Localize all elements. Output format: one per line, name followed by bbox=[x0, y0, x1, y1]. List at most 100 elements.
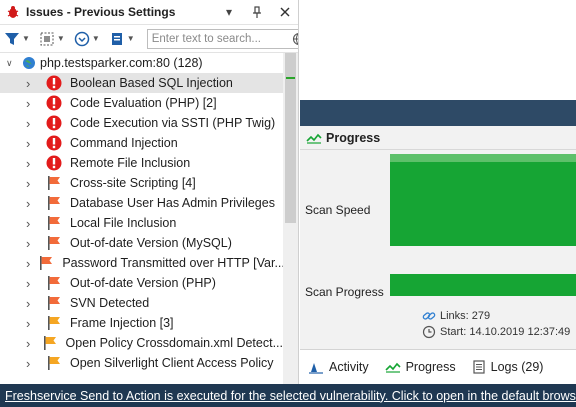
header-band bbox=[300, 100, 576, 126]
tree-item[interactable]: › Out-of-date Version (PHP) bbox=[0, 273, 283, 293]
expand-arrow-icon[interactable]: › bbox=[26, 316, 38, 331]
tree-item[interactable]: › Code Execution via SSTI (PHP Twig) bbox=[0, 113, 283, 133]
high-severity-flag-icon bbox=[48, 176, 60, 190]
tree-item[interactable]: › Boolean Based SQL Injection bbox=[0, 73, 283, 93]
scan-speed-chart bbox=[390, 154, 576, 246]
high-severity-flag-icon bbox=[48, 276, 60, 290]
clock-icon bbox=[422, 325, 436, 339]
search-box bbox=[146, 28, 299, 49]
tree-item-label: Remote File Inclusion bbox=[70, 156, 191, 170]
tree-scrollbar[interactable] bbox=[283, 53, 298, 384]
window-menu-icon[interactable]: ▾ bbox=[222, 5, 236, 19]
group-button[interactable]: ▼ bbox=[39, 29, 65, 49]
tab-logs-label: Logs (29) bbox=[490, 360, 544, 374]
critical-severity-icon bbox=[46, 75, 62, 91]
tree-root-label: php.testsparker.com:80 (128) bbox=[40, 56, 203, 70]
globe-icon[interactable] bbox=[292, 32, 299, 46]
progress-graph-icon bbox=[306, 133, 322, 144]
expand-arrow-icon[interactable]: › bbox=[26, 276, 38, 291]
tree-item[interactable]: › Open Policy Crossdomain.xml Detect... bbox=[0, 333, 283, 353]
expand-button[interactable]: ▼ bbox=[74, 29, 100, 49]
pin-icon[interactable] bbox=[250, 5, 264, 19]
critical-severity-icon bbox=[46, 115, 62, 131]
chevron-down-icon: ▼ bbox=[22, 34, 30, 43]
tree-item-label: Out-of-date Version (MySQL) bbox=[70, 236, 232, 250]
bottom-tab-strip: Activity Progress Logs (29) bbox=[300, 349, 576, 384]
chevron-down-icon: ▼ bbox=[126, 34, 135, 43]
chevron-down-icon: ▼ bbox=[56, 34, 65, 43]
tab-activity[interactable]: Activity bbox=[308, 360, 369, 374]
high-severity-flag-icon bbox=[40, 256, 53, 270]
tree-item[interactable]: › Out-of-date Version (MySQL) bbox=[0, 233, 283, 253]
expand-arrow-icon[interactable]: › bbox=[26, 196, 38, 211]
tree-item-label: Command Injection bbox=[70, 136, 178, 150]
tree-item-label: SVN Detected bbox=[70, 296, 150, 310]
status-bar-link[interactable]: Freshservice Send to Action is executed … bbox=[5, 389, 576, 403]
expand-arrow-icon[interactable]: › bbox=[26, 256, 30, 271]
expand-arrow-icon[interactable]: › bbox=[26, 296, 38, 311]
collapse-arrow-icon[interactable]: ∨ bbox=[6, 58, 18, 69]
tree-item-label: Frame Injection [3] bbox=[70, 316, 174, 330]
expand-arrow-icon[interactable]: › bbox=[26, 116, 38, 131]
expand-circle-icon bbox=[74, 31, 90, 46]
expand-arrow-icon[interactable]: › bbox=[26, 356, 38, 371]
issues-panel: Issues - Previous Settings ▾ ▼ ▼ ▼ ▼ Ent… bbox=[0, 0, 299, 384]
expand-arrow-icon[interactable]: › bbox=[26, 156, 38, 171]
scan-progress-bar bbox=[390, 274, 576, 296]
tree-item[interactable]: › Command Injection bbox=[0, 133, 283, 153]
tree-item[interactable]: › Cross-site Scripting [4] bbox=[0, 173, 283, 193]
tree-item-label: Open Silverlight Client Access Policy bbox=[70, 356, 274, 370]
expand-arrow-icon[interactable]: › bbox=[26, 336, 34, 351]
tree-item[interactable]: › Password Transmitted over HTTP [Var... bbox=[0, 253, 283, 273]
critical-severity-icon bbox=[46, 155, 62, 171]
tree-item-label: Cross-site Scripting [4] bbox=[70, 176, 196, 190]
scan-speed-label: Scan Speed bbox=[305, 203, 371, 217]
tree-item[interactable]: › Code Evaluation (PHP) [2] bbox=[0, 93, 283, 113]
scan-progress-label: Scan Progress bbox=[305, 285, 384, 299]
chevron-down-icon: ▼ bbox=[91, 34, 100, 43]
scan-stats: Links: 279 Start: 14.10.2019 12:37:49 bbox=[422, 308, 570, 340]
expand-arrow-icon[interactable]: › bbox=[26, 236, 38, 251]
close-icon[interactable] bbox=[278, 5, 292, 19]
scan-progress-row: Scan Progress bbox=[300, 274, 576, 299]
issues-tree: ∨ php.testsparker.com:80 (128) › Boolean … bbox=[0, 53, 283, 384]
tree-item-label: Code Evaluation (PHP) [2] bbox=[70, 96, 217, 110]
tree-root[interactable]: ∨ php.testsparker.com:80 (128) bbox=[0, 53, 283, 73]
tree-item-label: Database User Has Admin Privileges bbox=[70, 196, 275, 210]
browser-view-area bbox=[300, 0, 576, 100]
high-severity-flag-icon bbox=[48, 236, 60, 250]
filter-button[interactable]: ▼ bbox=[4, 29, 30, 49]
progress-header: Progress bbox=[300, 126, 576, 150]
tree-item[interactable]: › Local File Inclusion bbox=[0, 213, 283, 233]
search-input[interactable] bbox=[151, 32, 292, 45]
tree-item-label: Open Policy Crossdomain.xml Detect... bbox=[65, 336, 283, 350]
view-button[interactable]: ▼ bbox=[109, 29, 135, 49]
critical-severity-icon bbox=[46, 135, 62, 151]
expand-arrow-icon[interactable]: › bbox=[26, 96, 38, 111]
high-severity-flag-icon bbox=[48, 216, 60, 230]
expand-arrow-icon[interactable]: › bbox=[26, 76, 38, 91]
group-icon bbox=[40, 32, 54, 45]
start-text: Start: 14.10.2019 12:37:49 bbox=[440, 326, 571, 338]
tree-item[interactable]: › Open Silverlight Client Access Policy bbox=[0, 353, 283, 373]
tree-items: › Boolean Based SQL Injection › Code Evalua… bbox=[0, 73, 283, 373]
tree-item-label: Code Execution via SSTI (PHP Twig) bbox=[70, 116, 276, 130]
tree-item[interactable]: › Frame Injection [3] bbox=[0, 313, 283, 333]
tree-item-label: Password Transmitted over HTTP [Var... bbox=[62, 256, 283, 270]
start-stat: Start: 14.10.2019 12:37:49 bbox=[422, 324, 570, 340]
tab-progress-label: Progress bbox=[405, 360, 456, 374]
tree-item[interactable]: › Database User Has Admin Privileges bbox=[0, 193, 283, 213]
tree-item[interactable]: › Remote File Inclusion bbox=[0, 153, 283, 173]
logs-icon bbox=[473, 360, 485, 374]
expand-arrow-icon[interactable]: › bbox=[26, 136, 38, 151]
expand-arrow-icon[interactable]: › bbox=[26, 176, 38, 191]
tree-item[interactable]: › SVN Detected bbox=[0, 293, 283, 313]
tab-logs[interactable]: Logs (29) bbox=[472, 360, 544, 374]
scan-speed-fill bbox=[390, 154, 576, 246]
issues-toolbar: ▼ ▼ ▼ ▼ bbox=[0, 25, 298, 53]
tab-progress[interactable]: Progress bbox=[385, 360, 456, 374]
expand-arrow-icon[interactable]: › bbox=[26, 216, 38, 231]
filter-icon bbox=[5, 32, 19, 45]
links-text: Links: 279 bbox=[440, 310, 491, 322]
document-icon bbox=[111, 32, 122, 45]
